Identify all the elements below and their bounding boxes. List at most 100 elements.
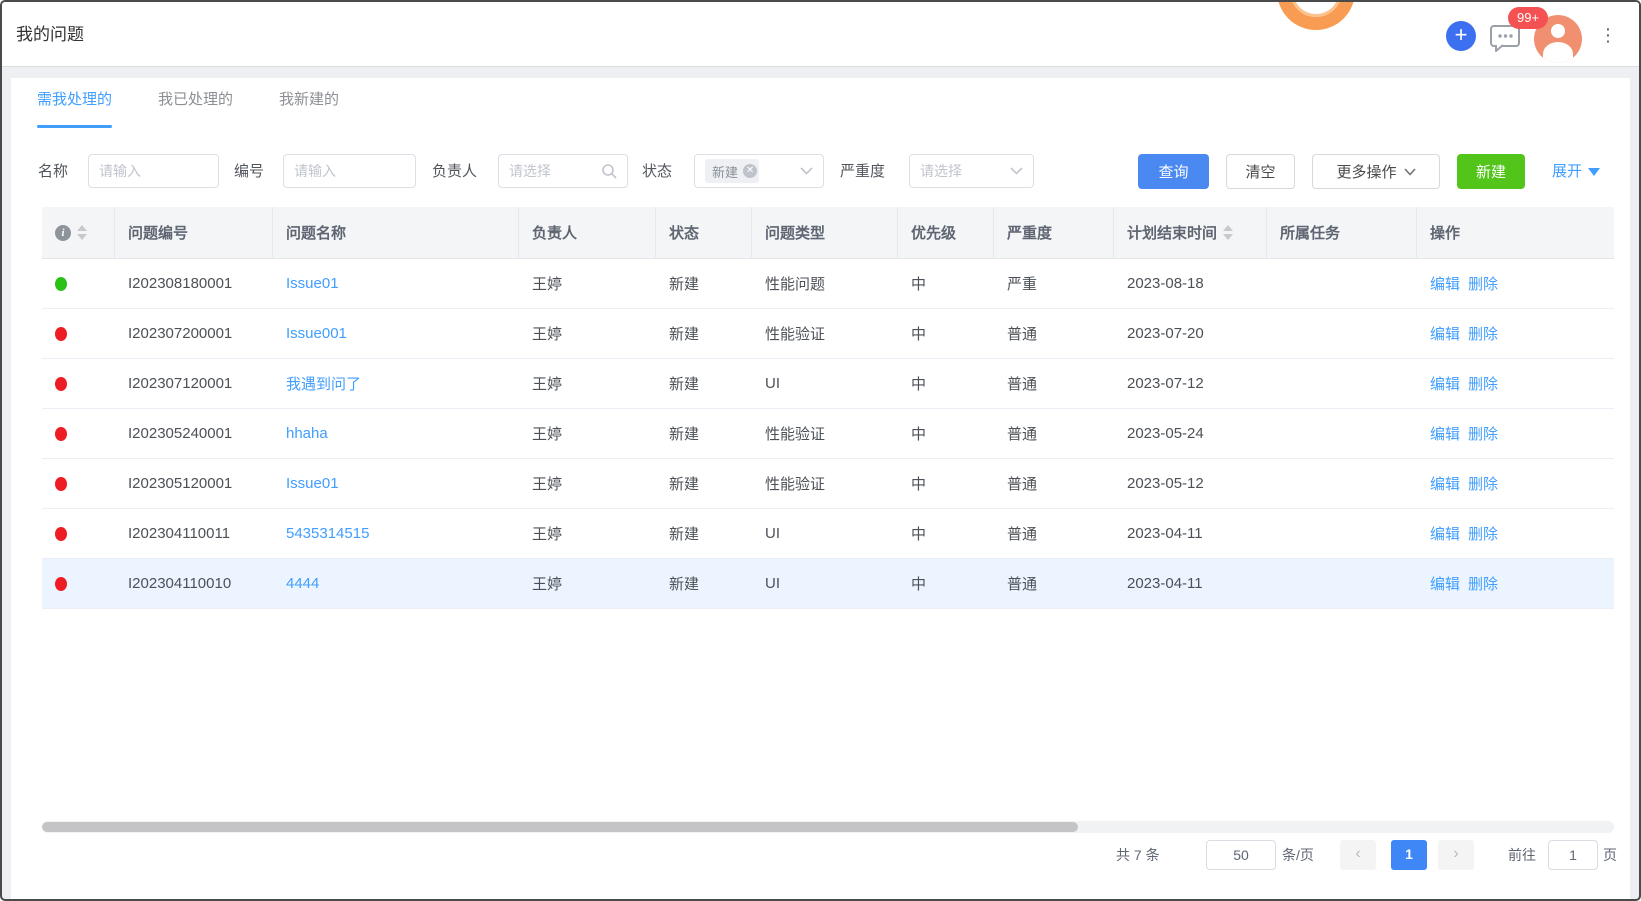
cell-severity: 普通 [994,509,1114,558]
avatar-person-icon [1551,24,1565,38]
tab-0[interactable]: 需我处理的 [37,78,112,128]
header-cell-end_date[interactable]: 计划结束时间 [1114,207,1267,258]
cell-status: 新建 [656,559,752,608]
sort-icon[interactable] [1223,225,1233,240]
edit-link[interactable]: 编辑 [1430,373,1460,394]
edit-link[interactable]: 编辑 [1430,523,1460,544]
more-menu-icon[interactable]: ⋮ [1598,23,1618,47]
header-cell-status: 状态 [656,207,752,258]
issue-name-link[interactable]: Issue01 [286,475,339,492]
expand-link[interactable]: 展开 [1552,154,1600,189]
delete-link[interactable]: 删除 [1468,523,1498,544]
edit-link[interactable]: 编辑 [1430,573,1460,594]
cell-id: I202307200001 [115,309,273,358]
header-cell-type: 问题类型 [752,207,898,258]
cell-end_date: 2023-07-20 [1114,309,1267,358]
owner-filter-select[interactable]: 请选择 [498,154,628,188]
cell-priority: 中 [898,359,994,408]
name-filter-label: 名称 [38,154,68,189]
goto-page-input-wrap [1548,840,1598,870]
goto-unit: 页 [1603,840,1617,870]
cell-name: Issue01 [273,459,519,508]
cell-status: 新建 [656,509,752,558]
issue-name-link[interactable]: hhaha [286,425,328,442]
cell-task [1267,409,1417,458]
delete-link[interactable]: 删除 [1468,423,1498,444]
cell-type: UI [752,509,898,558]
page-size-unit: 条/页 [1282,840,1314,870]
next-page-button[interactable]: › [1438,840,1474,870]
table-row[interactable]: I202308180001Issue01王婷新建性能问题中严重2023-08-1… [42,259,1614,309]
cell-priority: 中 [898,309,994,358]
cell-priority: 中 [898,509,994,558]
cell-status-dot [42,509,115,558]
issue-name-link[interactable]: Issue001 [286,325,347,342]
edit-link[interactable]: 编辑 [1430,323,1460,344]
page-number-1[interactable]: 1 [1391,840,1427,870]
edit-link[interactable]: 编辑 [1430,273,1460,294]
cell-end_date: 2023-05-24 [1114,409,1267,458]
delete-link[interactable]: 删除 [1468,573,1498,594]
cell-severity: 普通 [994,559,1114,608]
cell-severity: 严重 [994,259,1114,308]
page-size-input-wrap [1206,840,1276,870]
more-actions-button[interactable]: 更多操作 [1312,154,1440,189]
cell-type: 性能问题 [752,259,898,308]
table-row[interactable]: I2023041100104444王婷新建UI中普通2023-04-11编辑删除 [42,559,1614,609]
table-row[interactable]: I202305240001hhaha王婷新建性能验证中普通2023-05-24编… [42,409,1614,459]
tag-close-icon[interactable]: ✕ [743,164,757,178]
name-filter-input[interactable] [99,163,208,179]
cell-ops: 编辑删除 [1417,259,1614,308]
cell-severity: 普通 [994,309,1114,358]
info-icon[interactable]: i [55,225,71,241]
cell-status-dot [42,309,115,358]
cell-end_date: 2023-07-12 [1114,359,1267,408]
name-filter-input-wrap [88,154,219,188]
code-filter-input[interactable] [294,163,405,179]
edit-link[interactable]: 编辑 [1430,423,1460,444]
clear-button[interactable]: 清空 [1226,154,1295,189]
severity-filter-select[interactable]: 请选择 [909,154,1034,188]
table-row[interactable]: I2023041100115435314515王婷新建UI中普通2023-04-… [42,509,1614,559]
header-cell-owner: 负责人 [519,207,656,258]
cell-end_date: 2023-04-11 [1114,509,1267,558]
filter-bar: 名称 编号 负责人 请选择 状态 新建 ✕ [11,154,1630,189]
table-row[interactable]: I202307120001我遇到问了王婷新建UI中普通2023-07-12编辑删… [42,359,1614,409]
table-row[interactable]: I202307200001Issue001王婷新建性能验证中普通2023-07-… [42,309,1614,359]
issue-name-link[interactable]: Issue01 [286,275,339,292]
cell-name: Issue01 [273,259,519,308]
header-cell-priority: 优先级 [898,207,994,258]
cell-id: I202305240001 [115,409,273,458]
tab-1[interactable]: 我已处理的 [158,78,233,128]
red-status-dot-icon [55,327,67,341]
create-button[interactable]: 新建 [1457,154,1525,189]
goto-page-input[interactable] [1549,841,1597,869]
cell-owner: 王婷 [519,409,656,458]
cell-status: 新建 [656,259,752,308]
cell-type: UI [752,359,898,408]
chevron-down-icon [1404,168,1416,176]
page-size-input[interactable] [1207,841,1275,869]
header-cell-task: 所属任务 [1267,207,1417,258]
horizontal-scrollbar-thumb[interactable] [42,822,1078,832]
search-button[interactable]: 查询 [1138,154,1209,189]
tabs: 需我处理的我已处理的我新建的 [37,78,339,128]
edit-link[interactable]: 编辑 [1430,473,1460,494]
delete-link[interactable]: 删除 [1468,373,1498,394]
table-row[interactable]: I202305120001Issue01王婷新建性能验证中普通2023-05-1… [42,459,1614,509]
prev-page-button[interactable]: ‹ [1340,840,1376,870]
delete-link[interactable]: 删除 [1468,473,1498,494]
delete-link[interactable]: 删除 [1468,323,1498,344]
issue-name-link[interactable]: 我遇到问了 [286,373,361,394]
issue-name-link[interactable]: 4444 [286,575,319,592]
issue-name-link[interactable]: 5435314515 [286,525,369,542]
sort-icon[interactable] [77,225,87,240]
add-button[interactable]: + [1446,21,1476,51]
delete-link[interactable]: 删除 [1468,273,1498,294]
status-tag: 新建 ✕ [705,159,759,183]
red-status-dot-icon [55,427,67,441]
cell-end_date: 2023-08-18 [1114,259,1267,308]
tab-2[interactable]: 我新建的 [279,78,339,128]
status-filter-select[interactable]: 新建 ✕ [694,154,824,188]
owner-filter-label: 负责人 [432,154,477,189]
